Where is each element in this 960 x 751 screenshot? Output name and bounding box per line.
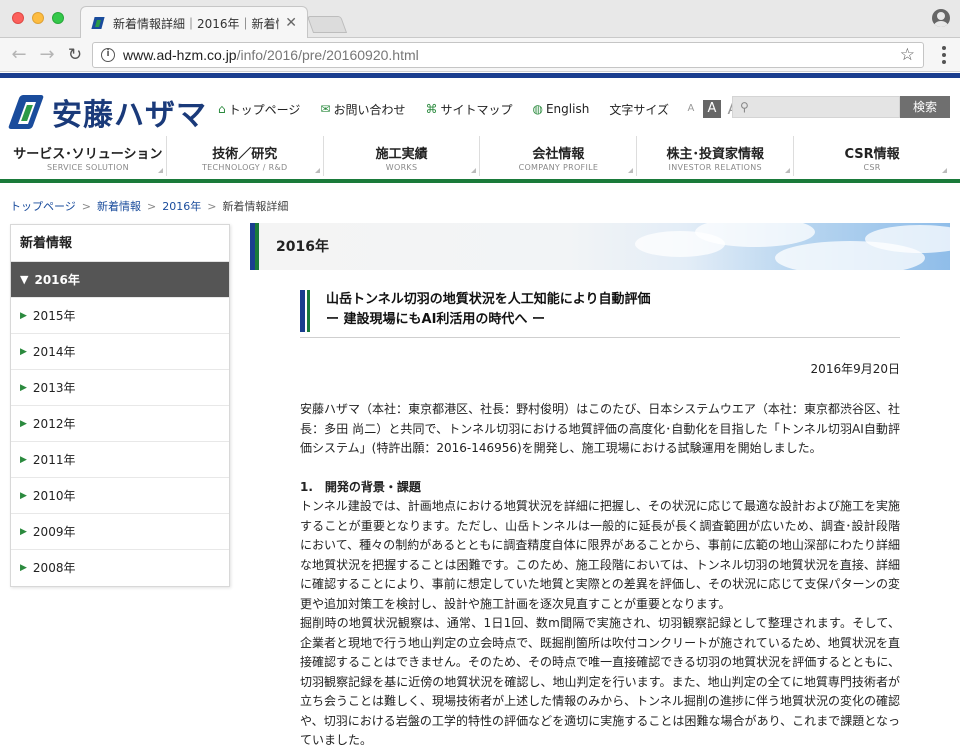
minimize-window-button[interactable]	[32, 12, 44, 24]
gnav-works[interactable]: 施工実績 WORKS	[324, 136, 481, 176]
utility-links: ⌂ トップページ ✉ お問い合わせ ⌘ サイトマップ ◍ English 文字サイズ A…	[218, 100, 745, 118]
sidebar-item-2009[interactable]: ▶ 2009年	[11, 514, 229, 550]
browser-toolbar: ← → ↻ i www.ad-hzm.co.jp /info/2016/pre/…	[0, 38, 960, 72]
browser-tab[interactable]: 新着情報詳細｜2016年｜新着情報 ✕	[80, 6, 308, 39]
font-size-medium-button[interactable]: A	[702, 100, 721, 118]
triangle-right-icon: ▶	[20, 563, 27, 573]
article-body: 安藤ハザマ（本社：東京都港区、社長：野村俊明）はこのたび、日本システムウエア（本…	[300, 400, 900, 751]
tab-title: 新着情報詳細｜2016年｜新着情報	[113, 16, 279, 31]
tab-close-icon[interactable]: ✕	[285, 15, 297, 31]
sidebar-item-2016[interactable]: ▼ 2016年	[11, 262, 229, 298]
triangle-right-icon: ▶	[20, 526, 27, 537]
breadcrumb-separator: >	[147, 199, 157, 213]
article-title-main: 山岳トンネル切羽の地質状況を人工知能により自動評価	[326, 292, 651, 307]
page-heading: 2016年	[276, 239, 329, 255]
sidebar-item-2013[interactable]: ▶ 2013年	[11, 370, 229, 406]
logo-mark-icon	[7, 93, 46, 131]
profile-icon[interactable]	[932, 9, 950, 27]
zoom-window-button[interactable]	[52, 12, 64, 24]
address-bar[interactable]: i www.ad-hzm.co.jp /info/2016/pre/201609…	[92, 42, 924, 68]
sidebar-item-2014[interactable]: ▶ 2014年	[11, 334, 229, 370]
sidebar-item-2010[interactable]: ▶ 2010年	[11, 478, 229, 514]
url-domain: www.ad-hzm.co.jp	[123, 47, 237, 63]
home-icon: ⌂	[218, 102, 226, 116]
corner-triangle-icon	[785, 168, 791, 173]
breadcrumb-link-news[interactable]: 新着情報	[97, 198, 141, 214]
breadcrumb-separator: >	[81, 199, 91, 213]
gnav-service[interactable]: サービス･ソリューション SERVICE SOLUTION	[10, 136, 167, 176]
back-arrow-icon[interactable]: ←	[8, 44, 30, 66]
section-paragraph: 掘削時の地質状況観察は、通常、1日1回、数m間隔で実施され、切羽観察記録として整…	[300, 616, 900, 747]
browser-tabbar: 新着情報詳細｜2016年｜新着情報 ✕	[0, 0, 960, 39]
corner-triangle-icon	[471, 168, 477, 173]
triangle-right-icon: ▶	[20, 310, 27, 321]
reload-icon[interactable]: ↻	[64, 44, 86, 66]
mail-icon: ✉	[320, 102, 331, 116]
font-size-small-button[interactable]: A	[683, 101, 699, 117]
breadcrumb-link-2016[interactable]: 2016年	[162, 198, 201, 214]
gnav-technology[interactable]: 技術／研究 TECHNOLOGY / R&D	[167, 136, 324, 176]
search-button[interactable]: 検索	[900, 96, 950, 118]
url-path: /info/2016/pre/20160920.html	[236, 47, 419, 63]
util-link-top[interactable]: ⌂ トップページ	[218, 101, 300, 118]
section-title: 1. 開発の背景・課題	[300, 479, 421, 494]
browser-menu-icon[interactable]	[942, 46, 946, 64]
search-icon: ⚲	[740, 100, 749, 114]
article-title-sub: ー 建設現場にもAI利活用の時代へ ー	[326, 312, 545, 327]
globe-icon: ◍	[532, 102, 543, 116]
corner-triangle-icon	[941, 168, 947, 173]
new-tab-button[interactable]	[306, 16, 348, 33]
bookmark-star-icon[interactable]: ☆	[900, 45, 915, 65]
sidebar-item-2015[interactable]: ▶ 2015年	[11, 298, 229, 334]
sidebar: 新着情報 ▼ 2016年 ▶ 2015年 ▶ 2014年 ▶ 2013年 ▶ 2012年 …	[10, 224, 230, 587]
site-search: ⚲	[732, 96, 900, 118]
site-top-bar	[0, 73, 960, 78]
search-input[interactable]	[757, 99, 897, 115]
article-date: 2016年9月20日	[810, 362, 900, 376]
corner-triangle-icon	[314, 168, 320, 173]
sidebar-item-2008[interactable]: ▶ 2008年	[11, 550, 229, 586]
util-link-contact[interactable]: ✉ お問い合わせ	[320, 101, 405, 118]
article-title: 山岳トンネル切羽の地質状況を人工知能により自動評価 ー 建設現場にもAI利活用の…	[300, 290, 900, 338]
forward-arrow-icon[interactable]: →	[36, 44, 58, 66]
triangle-right-icon: ▶	[20, 418, 27, 429]
breadcrumb-link-top[interactable]: トップページ	[10, 198, 76, 214]
triangle-right-icon: ▶	[20, 346, 27, 357]
info-icon[interactable]: i	[101, 48, 115, 62]
triangle-right-icon: ▶	[20, 490, 27, 501]
sidebar-item-2012[interactable]: ▶ 2012年	[11, 406, 229, 442]
breadcrumb-separator: >	[207, 199, 217, 213]
util-link-english[interactable]: ◍ English	[532, 102, 589, 116]
favicon-icon	[91, 16, 105, 30]
gnav-company[interactable]: 会社情報 COMPANY PROFILE	[480, 136, 638, 176]
corner-triangle-icon	[628, 168, 634, 173]
site-logo[interactable]: 安藤ハザマ	[7, 90, 207, 134]
gnav-csr[interactable]: CSR情報 CSR	[794, 136, 950, 176]
font-size-label: 文字サイズ	[609, 102, 669, 117]
triangle-right-icon: ▶	[20, 382, 27, 393]
nav-accent-bar	[0, 179, 960, 183]
sitemap-icon: ⌘	[425, 102, 438, 116]
logo-text: 安藤ハザマ	[52, 98, 207, 133]
util-link-sitemap[interactable]: ⌘ サイトマップ	[425, 101, 512, 118]
triangle-down-icon: ▼	[20, 272, 29, 286]
sidebar-item-2011[interactable]: ▶ 2011年	[11, 442, 229, 478]
gnav-investor[interactable]: 株主･投資家情報 INVESTOR RELATIONS	[637, 136, 795, 176]
close-window-button[interactable]	[12, 12, 24, 24]
window-controls	[12, 12, 64, 24]
sidebar-heading: 新着情報	[11, 225, 229, 262]
global-nav: サービス･ソリューション SERVICE SOLUTION 技術／研究 TECHNO…	[10, 136, 950, 176]
breadcrumb-current: 新着情報詳細	[222, 200, 289, 213]
triangle-right-icon: ▶	[20, 454, 27, 465]
section-paragraph: トンネル建設では、計画地点における地質状況を詳細に把握し、その状況に応じて最適な…	[300, 499, 900, 611]
breadcrumb: トップページ > 新着情報 > 2016年 > 新着情報詳細	[10, 198, 288, 214]
corner-triangle-icon	[157, 168, 163, 173]
article-intro: 安藤ハザマ（本社：東京都港区、社長：野村俊明）はこのたび、日本システムウエア（本…	[300, 402, 900, 455]
page-heading-banner: 2016年	[250, 223, 950, 270]
